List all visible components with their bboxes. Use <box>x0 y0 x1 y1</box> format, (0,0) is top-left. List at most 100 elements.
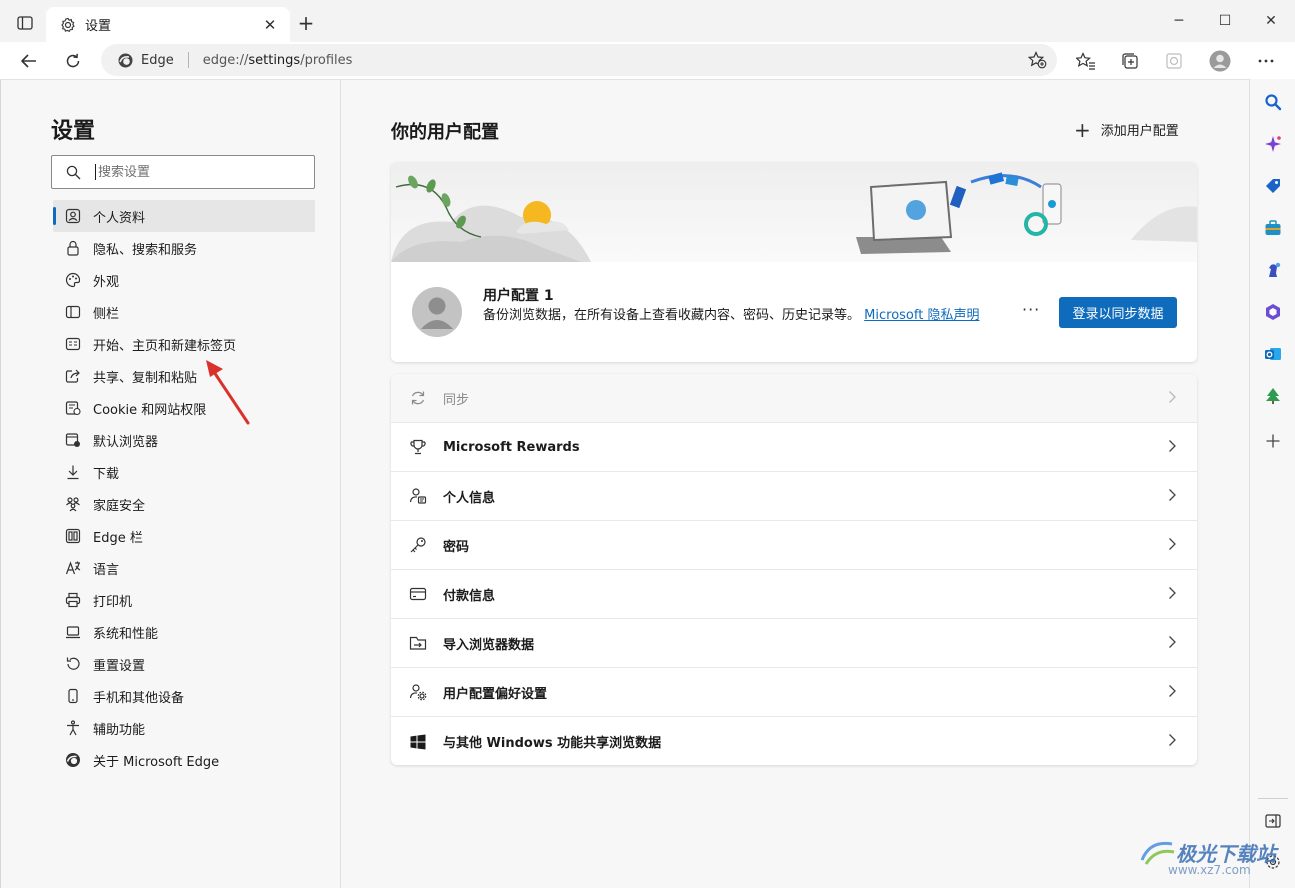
chevron-right-icon <box>1167 439 1177 457</box>
ellipsis-icon <box>1258 59 1274 63</box>
cookie-icon <box>65 400 81 416</box>
tab-close-button[interactable]: ✕ <box>260 16 280 34</box>
sidebar-item-reset[interactable]: 重置设置 <box>53 648 315 680</box>
add-profile-button[interactable]: + 添加用户配置 <box>1074 120 1179 140</box>
sidebar-item-laptop[interactable]: 系统和性能 <box>53 616 315 648</box>
performance-icon <box>1166 53 1182 69</box>
tab-settings[interactable]: 设置 ✕ <box>46 7 290 42</box>
sidebar-item-family[interactable]: 家庭安全 <box>53 488 315 520</box>
settings-row-import[interactable]: 导入浏览器数据 <box>391 619 1197 668</box>
reset-icon <box>65 656 81 672</box>
sidebar-item-label: 开始、主页和新建标签页 <box>93 338 237 354</box>
minimize-button[interactable]: ─ <box>1156 6 1202 36</box>
profile-more-button[interactable]: ··· <box>1022 300 1040 319</box>
accessibility-icon <box>65 720 81 736</box>
settings-heading: 设置 <box>51 119 96 144</box>
sidebar-item-share[interactable]: 共享、复制和粘贴 <box>53 360 315 392</box>
sidebar-item-label: 手机和其他设备 <box>93 690 185 706</box>
tree-icon <box>1266 388 1280 404</box>
more-menu-button[interactable] <box>1251 46 1281 76</box>
add-favorite-button[interactable] <box>1027 50 1047 70</box>
site-identity-label: Edge <box>141 52 174 68</box>
default-avatar-icon <box>412 287 462 337</box>
sidebar-item-label: 重置设置 <box>93 658 146 674</box>
settings-row-card[interactable]: 付款信息 <box>391 570 1197 619</box>
sidebar-copilot-button[interactable] <box>1262 133 1284 155</box>
sidebar-tree-button[interactable] <box>1262 385 1284 407</box>
search-icon <box>1265 94 1282 111</box>
lock-icon <box>65 240 81 256</box>
sidebar-item-language[interactable]: 语言 <box>53 552 315 584</box>
annotation-arrow <box>206 360 250 425</box>
sign-in-sync-button[interactable]: 登录以同步数据 <box>1059 297 1177 328</box>
new-tab-button[interactable]: + <box>294 11 318 35</box>
settings-sidebar: 设置 个人资料隐私、搜索和服务外观侧栏开始、主页和新建标签页共享、复制和粘贴 Co… <box>1 80 341 888</box>
profile-icon <box>65 208 81 224</box>
settings-row-sync: 同步 <box>391 374 1197 423</box>
sidebar-divider <box>1258 798 1288 799</box>
collections-button[interactable] <box>1115 46 1145 76</box>
settings-row-trophy[interactable]: Microsoft Rewards <box>391 423 1197 472</box>
sidebar-add-button[interactable] <box>1262 430 1284 452</box>
card-icon <box>409 585 427 603</box>
sidebar-item-label: 系统和性能 <box>93 626 159 642</box>
sidebar-item-label: 语言 <box>93 562 120 578</box>
sidebar-item-phone[interactable]: 手机和其他设备 <box>53 680 315 712</box>
search-settings-box[interactable] <box>51 155 315 189</box>
settings-row-label: 同步 <box>443 392 470 408</box>
sidebar-item-label: 家庭安全 <box>93 498 146 514</box>
sidebar-item-profile[interactable]: 个人资料 <box>53 200 315 232</box>
sidebar-item-edge-logo[interactable]: 关于 Microsoft Edge <box>53 744 315 776</box>
browser-icon <box>65 432 81 448</box>
add-profile-label: 添加用户配置 <box>1100 124 1179 139</box>
refresh-button[interactable] <box>58 46 88 76</box>
settings-row-key[interactable]: 密码 <box>391 521 1197 570</box>
sidebar-search-button[interactable] <box>1262 91 1284 113</box>
close-window-button[interactable]: ✕ <box>1248 6 1294 36</box>
page-title: 你的用户配置 <box>391 122 499 143</box>
privacy-link[interactable]: Microsoft 隐私声明 <box>864 308 979 323</box>
address-bar[interactable]: Edge edge://settings/profiles <box>101 44 1057 76</box>
sidebar-office-button[interactable] <box>1262 301 1284 323</box>
sidebar-item-accessibility[interactable]: 辅助功能 <box>53 712 315 744</box>
sidebar-tools-button[interactable] <box>1262 217 1284 239</box>
sidebar-item-printer[interactable]: 打印机 <box>53 584 315 616</box>
performance-button[interactable] <box>1159 46 1189 76</box>
settings-row-windows[interactable]: 与其他 Windows 功能共享浏览数据 <box>391 717 1197 765</box>
sidebar-item-sidebar[interactable]: 侧栏 <box>53 296 315 328</box>
edgebar-icon <box>65 528 81 544</box>
profile-card: 用户配置 1 备份浏览数据，在所有设备上查看收藏内容、密码、历史记录等。 Mic… <box>391 162 1197 362</box>
sidebar-item-label: 侧栏 <box>93 306 120 322</box>
sidebar-item-lock[interactable]: 隐私、搜索和服务 <box>53 232 315 264</box>
sidebar-outlook-button[interactable] <box>1262 343 1284 365</box>
sidebar-item-download[interactable]: 下载 <box>53 456 315 488</box>
sidebar-item-palette[interactable]: 外观 <box>53 264 315 296</box>
hide-sidebar-button[interactable] <box>1262 810 1284 832</box>
collapse-sidebar-icon <box>1265 814 1281 828</box>
settings-row-personal-info[interactable]: 个人信息 <box>391 472 1197 521</box>
sidebar-item-newtab[interactable]: 开始、主页和新建标签页 <box>53 328 315 360</box>
favorites-button[interactable] <box>1071 46 1101 76</box>
chess-icon <box>1269 262 1281 277</box>
edge-logo-icon <box>118 53 133 67</box>
sidebar-item-cookie[interactable]: Cookie 和网站权限 <box>53 392 315 424</box>
profile-button[interactable] <box>1205 46 1235 76</box>
sidebar-item-browser[interactable]: 默认浏览器 <box>53 424 315 456</box>
sidebar-item-edgebar[interactable]: Edge 栏 <box>53 520 315 552</box>
tab-actions-button[interactable] <box>10 9 40 37</box>
chevron-right-icon <box>1167 390 1177 408</box>
trophy-icon <box>409 438 427 456</box>
avatar <box>412 287 462 337</box>
maximize-button[interactable]: ☐ <box>1202 6 1248 36</box>
settings-row-profile-prefs[interactable]: 用户配置偏好设置 <box>391 668 1197 717</box>
family-icon <box>65 496 81 512</box>
edge-sidebar <box>1249 79 1295 888</box>
sidebar-shopping-button[interactable] <box>1262 175 1284 197</box>
sidebar-games-button[interactable] <box>1262 259 1284 281</box>
avatar-icon <box>1209 50 1231 72</box>
sidebar-item-label: 打印机 <box>93 594 133 610</box>
back-button[interactable] <box>14 46 44 76</box>
sidebar-item-label: 隐私、搜索和服务 <box>93 242 198 258</box>
search-input[interactable] <box>98 164 298 180</box>
address-separator <box>187 52 189 68</box>
